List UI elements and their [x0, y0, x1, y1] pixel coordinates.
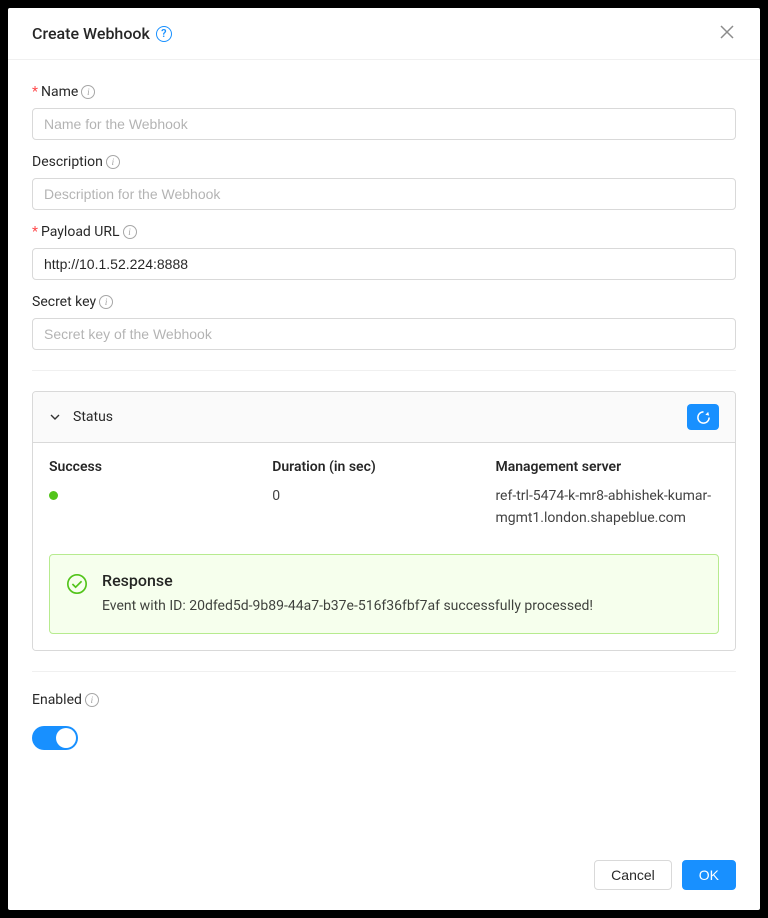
secret-key-input[interactable] [32, 318, 736, 350]
secret-key-label: Secret key [32, 294, 96, 310]
response-title: Response [102, 571, 593, 590]
success-column: Success [49, 459, 252, 530]
payload-url-label-row: * Payload URL i [32, 224, 736, 240]
modal-footer: Cancel OK [8, 846, 760, 910]
success-label: Success [49, 459, 252, 475]
name-label-row: * Name i [32, 84, 736, 100]
status-panel-title: Status [73, 409, 113, 425]
modal-header: Create Webhook ? [8, 8, 760, 60]
status-panel-body: Success Duration (in sec) 0 Management s… [33, 442, 735, 650]
required-mark: * [32, 84, 38, 100]
duration-value: 0 [272, 485, 475, 507]
divider [32, 671, 736, 672]
info-icon[interactable]: i [99, 295, 113, 309]
enabled-block: Enabled i [32, 692, 736, 754]
close-icon[interactable] [718, 22, 736, 45]
name-input[interactable] [32, 108, 736, 140]
success-value [49, 485, 252, 507]
create-webhook-modal: Create Webhook ? * Name i Description i … [8, 8, 760, 910]
description-field-wrapper: Description i [32, 154, 736, 210]
info-icon[interactable]: i [85, 693, 99, 707]
duration-column: Duration (in sec) 0 [272, 459, 475, 530]
response-alert: Response Event with ID: 20dfed5d-9b89-44… [49, 554, 719, 634]
status-panel-header[interactable]: Status [33, 392, 735, 442]
help-icon[interactable]: ? [156, 26, 172, 42]
description-label-row: Description i [32, 154, 736, 170]
mgmt-server-column: Management server ref-trl-5474-k-mr8-abh… [495, 459, 719, 530]
duration-label: Duration (in sec) [272, 459, 475, 475]
success-indicator-icon [49, 491, 58, 500]
name-label: Name [41, 84, 78, 100]
divider [32, 370, 736, 371]
status-columns: Success Duration (in sec) 0 Management s… [49, 459, 719, 530]
status-panel: Status Success [32, 391, 736, 651]
modal-body: * Name i Description i * Payload URL i S [8, 60, 760, 846]
enabled-label: Enabled [32, 692, 82, 708]
enabled-toggle[interactable] [32, 726, 78, 750]
response-message: Event with ID: 20dfed5d-9b89-44a7-b37e-5… [102, 596, 593, 617]
response-alert-content: Response Event with ID: 20dfed5d-9b89-44… [102, 571, 593, 617]
check-circle-icon [66, 573, 88, 595]
payload-url-label: Payload URL [41, 224, 120, 240]
secret-key-label-row: Secret key i [32, 294, 736, 310]
info-icon[interactable]: i [123, 225, 137, 239]
mgmt-server-value: ref-trl-5474-k-mr8-abhishek-kumar-mgmt1.… [495, 485, 719, 530]
description-label: Description [32, 154, 103, 170]
refresh-button[interactable] [687, 404, 719, 430]
payload-url-input[interactable] [32, 248, 736, 280]
payload-url-field-wrapper: * Payload URL i [32, 224, 736, 280]
modal-title: Create Webhook [32, 24, 150, 43]
secret-key-field-wrapper: Secret key i [32, 294, 736, 350]
info-icon[interactable]: i [106, 155, 120, 169]
description-input[interactable] [32, 178, 736, 210]
enabled-label-row: Enabled i [32, 692, 736, 708]
mgmt-server-label: Management server [495, 459, 719, 475]
ok-button[interactable]: OK [682, 860, 736, 890]
info-icon[interactable]: i [81, 85, 95, 99]
required-mark: * [32, 224, 38, 240]
chevron-down-icon [49, 408, 61, 427]
toggle-knob [56, 728, 76, 748]
name-field-wrapper: * Name i [32, 84, 736, 140]
cancel-button[interactable]: Cancel [594, 860, 672, 890]
